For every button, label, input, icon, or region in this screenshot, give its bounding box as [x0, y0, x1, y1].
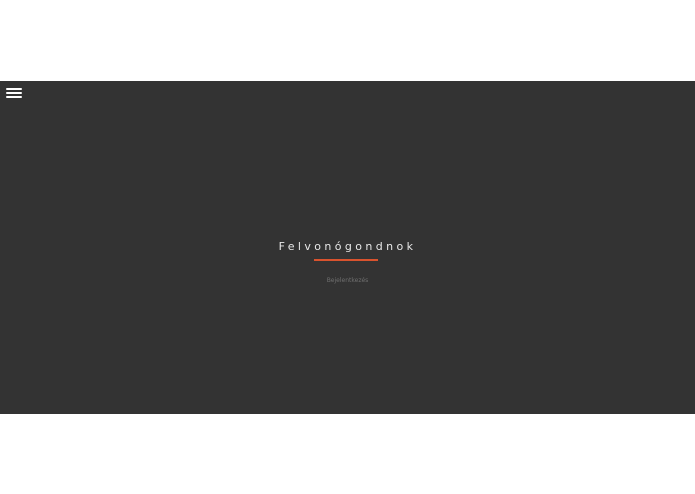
menu-bar-line	[6, 96, 22, 98]
menu-bar-line	[6, 88, 22, 90]
hero-section: Felvonógondnok Bejelentkezés	[0, 81, 695, 414]
title-underline	[314, 259, 378, 261]
login-link[interactable]: Bejelentkezés	[0, 277, 695, 284]
page: Felvonógondnok Bejelentkezés	[0, 0, 695, 494]
page-title: Felvonógondnok	[278, 240, 417, 253]
menu-bar-line	[6, 92, 22, 94]
hamburger-menu-icon[interactable]	[6, 87, 22, 99]
